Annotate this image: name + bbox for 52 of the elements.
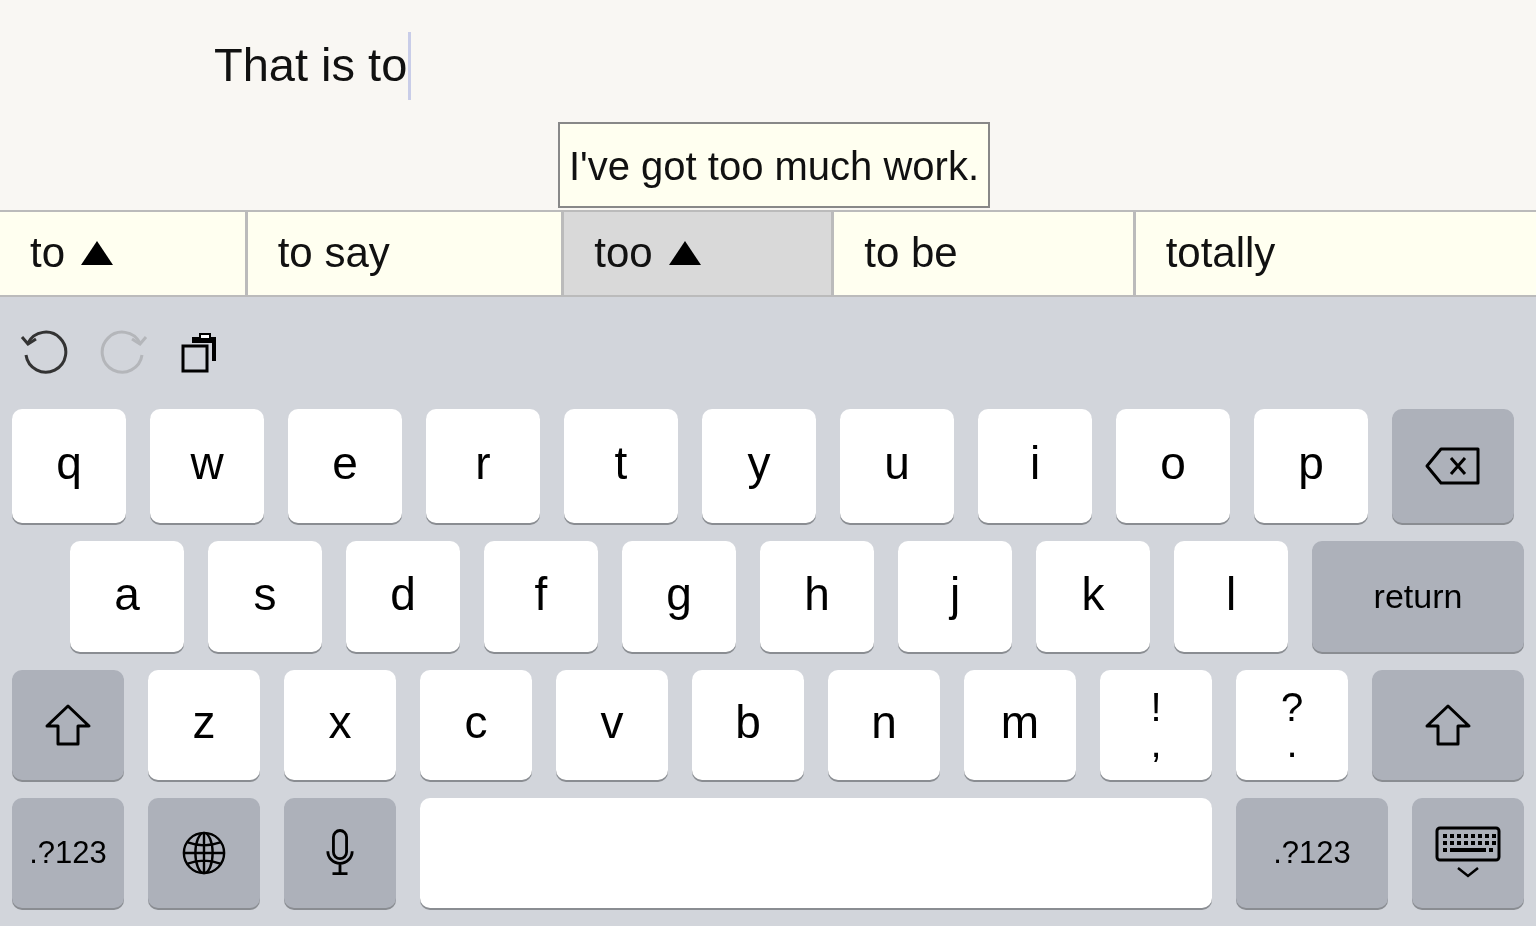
letter-key[interactable]: p bbox=[1254, 409, 1368, 523]
letter-key[interactable]: v bbox=[556, 670, 668, 780]
return-key[interactable]: return bbox=[1312, 541, 1524, 652]
letter-key[interactable]: a bbox=[70, 541, 184, 652]
text-cursor bbox=[408, 32, 412, 100]
letter-key[interactable]: g bbox=[622, 541, 736, 652]
letter-key[interactable]: u bbox=[840, 409, 954, 523]
letter-key[interactable]: x bbox=[284, 670, 396, 780]
letter-key[interactable]: y bbox=[702, 409, 816, 523]
suggestion-tooltip: I've got too much work. bbox=[558, 122, 991, 208]
text-editor[interactable]: That is to bbox=[0, 0, 1536, 122]
candidate-item[interactable]: to say bbox=[247, 211, 562, 295]
letter-key[interactable]: n bbox=[828, 670, 940, 780]
letter-key[interactable]: j bbox=[898, 541, 1012, 652]
punctuation-key[interactable]: ? . bbox=[1236, 670, 1348, 780]
letter-key[interactable]: f bbox=[484, 541, 598, 652]
backspace-key[interactable] bbox=[1392, 409, 1514, 523]
shift-icon bbox=[1424, 703, 1472, 747]
letter-key[interactable]: w bbox=[150, 409, 264, 523]
candidate-item[interactable]: to bbox=[0, 211, 245, 295]
letter-key[interactable]: o bbox=[1116, 409, 1230, 523]
globe-icon bbox=[181, 830, 227, 876]
shift-key[interactable] bbox=[12, 670, 124, 780]
backspace-icon bbox=[1425, 446, 1481, 486]
numbers-key[interactable]: .?123 bbox=[1236, 798, 1388, 908]
letter-key[interactable]: b bbox=[692, 670, 804, 780]
letter-key[interactable]: s bbox=[208, 541, 322, 652]
letter-key[interactable]: e bbox=[288, 409, 402, 523]
candidate-item[interactable]: too bbox=[564, 211, 832, 295]
shift-icon bbox=[44, 703, 92, 747]
candidate-item[interactable]: totally bbox=[1135, 211, 1536, 295]
candidate-item[interactable]: to be bbox=[834, 211, 1133, 295]
editor-text: That is to bbox=[214, 37, 408, 93]
hide-keyboard-icon bbox=[1435, 826, 1501, 880]
undo-icon[interactable] bbox=[20, 329, 68, 377]
punctuation-key[interactable]: ! , bbox=[1100, 670, 1212, 780]
hide-keyboard-key[interactable] bbox=[1412, 798, 1524, 908]
letter-key[interactable]: i bbox=[978, 409, 1092, 523]
letter-key[interactable]: c bbox=[420, 670, 532, 780]
letter-key[interactable]: z bbox=[148, 670, 260, 780]
letter-key[interactable]: q bbox=[12, 409, 126, 523]
numbers-key[interactable]: .?123 bbox=[12, 798, 124, 908]
microphone-key[interactable] bbox=[284, 798, 396, 908]
letter-key[interactable]: m bbox=[964, 670, 1076, 780]
letter-key[interactable]: r bbox=[426, 409, 540, 523]
letter-key[interactable]: l bbox=[1174, 541, 1288, 652]
letter-key[interactable]: t bbox=[564, 409, 678, 523]
letter-key[interactable]: d bbox=[346, 541, 460, 652]
microphone-icon bbox=[325, 828, 355, 878]
letter-key[interactable]: h bbox=[760, 541, 874, 652]
letter-key[interactable]: k bbox=[1036, 541, 1150, 652]
globe-key[interactable] bbox=[148, 798, 260, 908]
